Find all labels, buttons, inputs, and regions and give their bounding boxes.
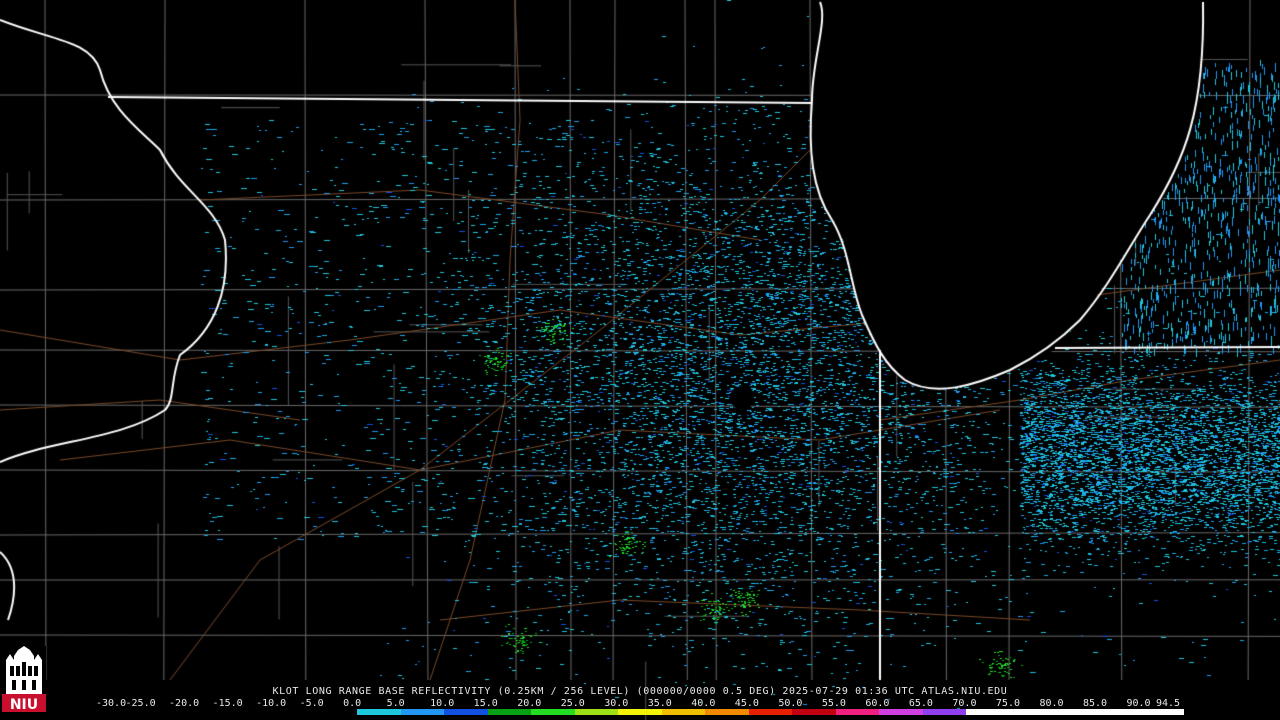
niu-logo-icon: NIU <box>2 646 46 714</box>
scale-label: 20.0 <box>517 698 542 709</box>
scale-label: 65.0 <box>908 698 933 709</box>
scale-label: 85.0 <box>1082 698 1108 709</box>
scale-label: 55.0 <box>821 698 846 709</box>
scale-swatch <box>618 709 662 715</box>
scale-label: 25.0 <box>560 698 585 709</box>
scale-label: 94.5 <box>1156 698 1181 709</box>
scale-swatch <box>313 709 358 715</box>
scale-swatch <box>139 709 184 715</box>
scale-swatch <box>1140 709 1184 715</box>
product-caption: KLOT LONG RANGE BASE REFLECTIVITY (0.25K… <box>272 686 1008 697</box>
scale-label: -20.0 <box>169 698 200 709</box>
scale-label: 35.0 <box>647 698 672 709</box>
scale-label: -15.0 <box>212 698 243 709</box>
color-scale-labels: -30.0 -25.0 -20.0 -15.0 -10.0 -5.0 0.0 5.0 10.0 1… <box>96 698 1184 709</box>
scale-swatch <box>487 709 532 715</box>
scale-swatch <box>748 709 793 715</box>
scale-swatch <box>444 709 488 715</box>
scale-label: 45.0 <box>734 698 759 709</box>
scale-swatch <box>879 709 923 715</box>
logo-text: NIU <box>10 697 38 713</box>
scale-swatch <box>922 709 967 715</box>
scale-label: -30.0 <box>96 698 127 709</box>
scale-label: 30.0 <box>604 698 629 709</box>
scale-swatch <box>226 709 271 715</box>
scale-label: 15.0 <box>473 698 498 709</box>
scale-swatch <box>1009 709 1054 715</box>
scale-label: 70.0 <box>952 698 977 709</box>
scale-label: -10.0 <box>256 698 287 709</box>
scale-label: 0.0 <box>343 698 362 709</box>
scale-swatch <box>574 709 619 715</box>
scale-swatch <box>661 709 706 715</box>
scale-swatch <box>1096 709 1141 715</box>
scale-label: 10.0 <box>430 698 455 709</box>
scale-label: 5.0 <box>386 698 405 709</box>
scale-label: 40.0 <box>691 698 716 709</box>
scale-swatch <box>357 709 401 715</box>
scale-swatch <box>792 709 836 715</box>
scale-label: 80.0 <box>1039 698 1064 709</box>
scale-swatch <box>1053 709 1097 715</box>
scale-swatch <box>400 709 445 715</box>
color-scale-bar <box>96 709 1184 715</box>
scale-label: 50.0 <box>778 698 803 709</box>
scale-label: -5.0 <box>299 698 324 709</box>
scale-label: 60.0 <box>865 698 890 709</box>
scale-swatch <box>183 709 227 715</box>
scale-label: 75.0 <box>995 698 1020 709</box>
scale-swatch <box>966 709 1010 715</box>
scale-label: -25.0 <box>125 698 156 709</box>
scale-label: 90.0 <box>1126 698 1151 709</box>
scale-swatch <box>96 709 140 715</box>
radar-map <box>0 0 1280 720</box>
scale-swatch <box>835 709 880 715</box>
scale-swatch <box>531 709 575 715</box>
scale-swatch <box>270 709 314 715</box>
scale-swatch <box>705 709 749 715</box>
